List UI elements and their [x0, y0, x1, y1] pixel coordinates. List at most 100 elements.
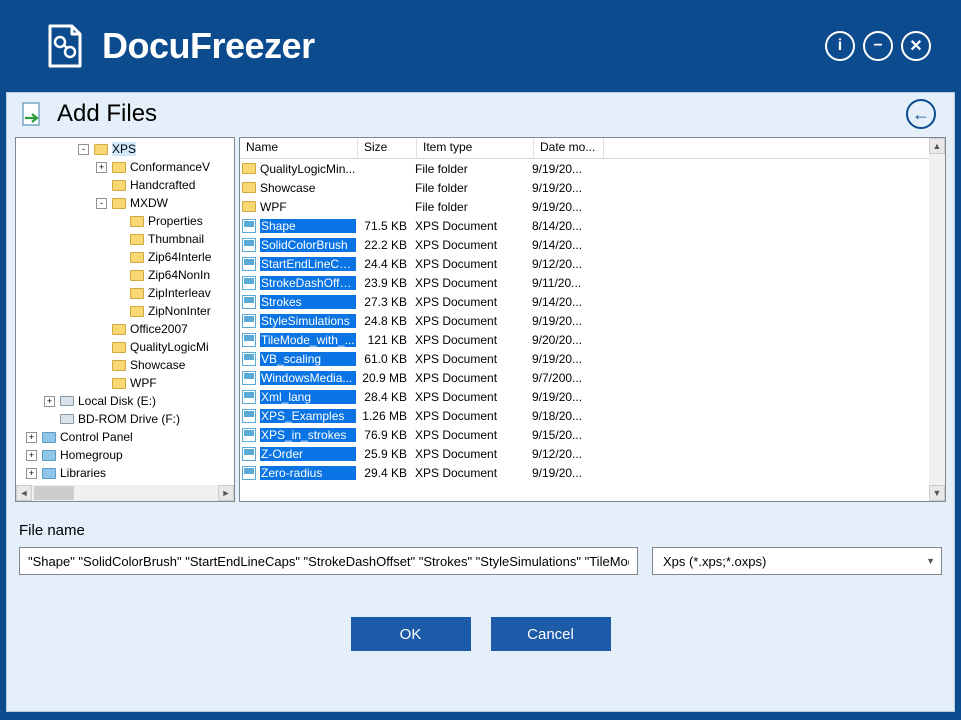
tree-item[interactable]: WPF	[16, 374, 234, 392]
expand-icon[interactable]: +	[26, 450, 37, 461]
file-type: XPS Document	[415, 314, 532, 328]
back-button[interactable]: ←	[906, 99, 936, 129]
cancel-button[interactable]: Cancel	[491, 617, 611, 651]
filename-input[interactable]	[19, 547, 638, 575]
tree-item-label: Zip64Interle	[148, 250, 211, 264]
file-name: Showcase	[260, 181, 356, 195]
file-row[interactable]: VB_scaling61.0 KBXPS Document9/19/20...	[240, 349, 945, 368]
sys-icon	[41, 429, 57, 445]
scroll-right-icon[interactable]: ►	[218, 485, 234, 501]
minimize-button[interactable]: −	[863, 31, 893, 61]
filetype-select[interactable]: Xps (*.xps;*.oxps) ▼	[652, 547, 942, 575]
xps-file-icon	[242, 447, 256, 461]
file-size: 76.9 KB	[356, 428, 415, 442]
tree-item[interactable]: Showcase	[16, 356, 234, 374]
tree-item[interactable]: Properties	[16, 212, 234, 230]
file-type: XPS Document	[415, 371, 532, 385]
file-date: 9/19/20...	[532, 390, 602, 404]
scroll-left-icon[interactable]: ◄	[16, 485, 32, 501]
file-name: Zero-radius	[260, 466, 356, 480]
scroll-down-icon[interactable]: ▼	[929, 485, 945, 501]
file-type: File folder	[415, 162, 532, 176]
file-name: StartEndLineCa...	[260, 257, 356, 271]
ok-button[interactable]: OK	[351, 617, 471, 651]
file-row[interactable]: Strokes27.3 KBXPS Document9/14/20...	[240, 292, 945, 311]
file-size: 20.9 MB	[356, 371, 415, 385]
tree-spacer	[96, 180, 107, 191]
collapse-icon[interactable]: -	[78, 144, 89, 155]
xps-file-icon	[242, 371, 256, 385]
list-vertical-scrollbar[interactable]: ▲ ▼	[929, 138, 945, 501]
file-row[interactable]: StrokeDashOffs...23.9 KBXPS Document9/11…	[240, 273, 945, 292]
tree-item-label: Showcase	[130, 358, 185, 372]
file-row[interactable]: Shape71.5 KBXPS Document8/14/20...	[240, 216, 945, 235]
file-row[interactable]: WPFFile folder9/19/20...	[240, 197, 945, 216]
expand-icon[interactable]: +	[26, 432, 37, 443]
tree-item[interactable]: Zip64Interle	[16, 248, 234, 266]
expand-icon[interactable]: +	[96, 162, 107, 173]
expand-icon[interactable]: +	[26, 468, 37, 479]
file-date: 9/7/200...	[532, 371, 602, 385]
file-date: 9/19/20...	[532, 352, 602, 366]
tree-item[interactable]: +Control Panel	[16, 428, 234, 446]
tree-item[interactable]: +Local Disk (E:)	[16, 392, 234, 410]
tree-horizontal-scrollbar[interactable]: ◄ ►	[16, 485, 234, 501]
tree-item[interactable]: +Libraries	[16, 464, 234, 482]
file-size: 24.4 KB	[356, 257, 415, 271]
file-type: XPS Document	[415, 352, 532, 366]
file-row[interactable]: Zero-radius29.4 KBXPS Document9/19/20...	[240, 463, 945, 482]
file-size: 23.9 KB	[356, 276, 415, 290]
column-date[interactable]: Date mo...	[534, 138, 604, 158]
file-size: 28.4 KB	[356, 390, 415, 404]
tree-item[interactable]: -MXDW	[16, 194, 234, 212]
file-row[interactable]: Xml_lang28.4 KBXPS Document9/19/20...	[240, 387, 945, 406]
file-date: 9/15/20...	[532, 428, 602, 442]
folder-icon	[111, 159, 127, 175]
file-row[interactable]: StartEndLineCa...24.4 KBXPS Document9/12…	[240, 254, 945, 273]
file-list-header[interactable]: Name Size Item type Date mo...	[240, 138, 945, 159]
file-row[interactable]: SolidColorBrush22.2 KBXPS Document9/14/2…	[240, 235, 945, 254]
xps-file-icon	[242, 295, 256, 309]
tree-item[interactable]: Handcrafted	[16, 176, 234, 194]
column-size[interactable]: Size	[358, 138, 417, 158]
tree-item[interactable]: ZipInterleav	[16, 284, 234, 302]
tree-item[interactable]: Thumbnail	[16, 230, 234, 248]
column-name[interactable]: Name	[240, 138, 358, 158]
folder-icon	[111, 195, 127, 211]
file-date: 9/19/20...	[532, 466, 602, 480]
file-row[interactable]: ShowcaseFile folder9/19/20...	[240, 178, 945, 197]
file-row[interactable]: Z-Order25.9 KBXPS Document9/12/20...	[240, 444, 945, 463]
info-button[interactable]: i	[825, 31, 855, 61]
close-button[interactable]: ✕	[901, 31, 931, 61]
expand-icon[interactable]: +	[44, 396, 55, 407]
file-row[interactable]: XPS_Examples1.26 MBXPS Document9/18/20..…	[240, 406, 945, 425]
tree-spacer	[114, 252, 125, 263]
file-row[interactable]: WindowsMedia...20.9 MBXPS Document9/7/20…	[240, 368, 945, 387]
file-size: 27.3 KB	[356, 295, 415, 309]
collapse-icon[interactable]: -	[96, 198, 107, 209]
tree-item-label: ZipInterleav	[148, 286, 211, 300]
tree-item[interactable]: Zip64NonIn	[16, 266, 234, 284]
tree-item[interactable]: ZipNonInter	[16, 302, 234, 320]
file-type: XPS Document	[415, 428, 532, 442]
tree-item[interactable]: +ConformanceV	[16, 158, 234, 176]
file-row[interactable]: StyleSimulations24.8 KBXPS Document9/19/…	[240, 311, 945, 330]
tree-spacer	[96, 378, 107, 389]
folder-icon	[129, 267, 145, 283]
scroll-up-icon[interactable]: ▲	[929, 138, 945, 154]
tree-item[interactable]: BD-ROM Drive (F:)	[16, 410, 234, 428]
file-row[interactable]: TileMode_with_...121 KBXPS Document9/20/…	[240, 330, 945, 349]
file-size: 71.5 KB	[356, 219, 415, 233]
tree-item[interactable]: - XPS	[16, 140, 234, 158]
file-date: 8/14/20...	[532, 219, 602, 233]
scroll-thumb[interactable]	[34, 486, 74, 500]
tree-item[interactable]: +Homegroup	[16, 446, 234, 464]
tree-item-label: Zip64NonIn	[148, 268, 210, 282]
file-row[interactable]: XPS_in_strokes76.9 KBXPS Document9/15/20…	[240, 425, 945, 444]
column-type[interactable]: Item type	[417, 138, 534, 158]
tree-item[interactable]: Office2007	[16, 320, 234, 338]
file-row[interactable]: QualityLogicMin...File folder9/19/20...	[240, 159, 945, 178]
tree-item[interactable]: QualityLogicMi	[16, 338, 234, 356]
tree-item-label: XPS	[112, 142, 136, 156]
sys-icon	[41, 465, 57, 481]
